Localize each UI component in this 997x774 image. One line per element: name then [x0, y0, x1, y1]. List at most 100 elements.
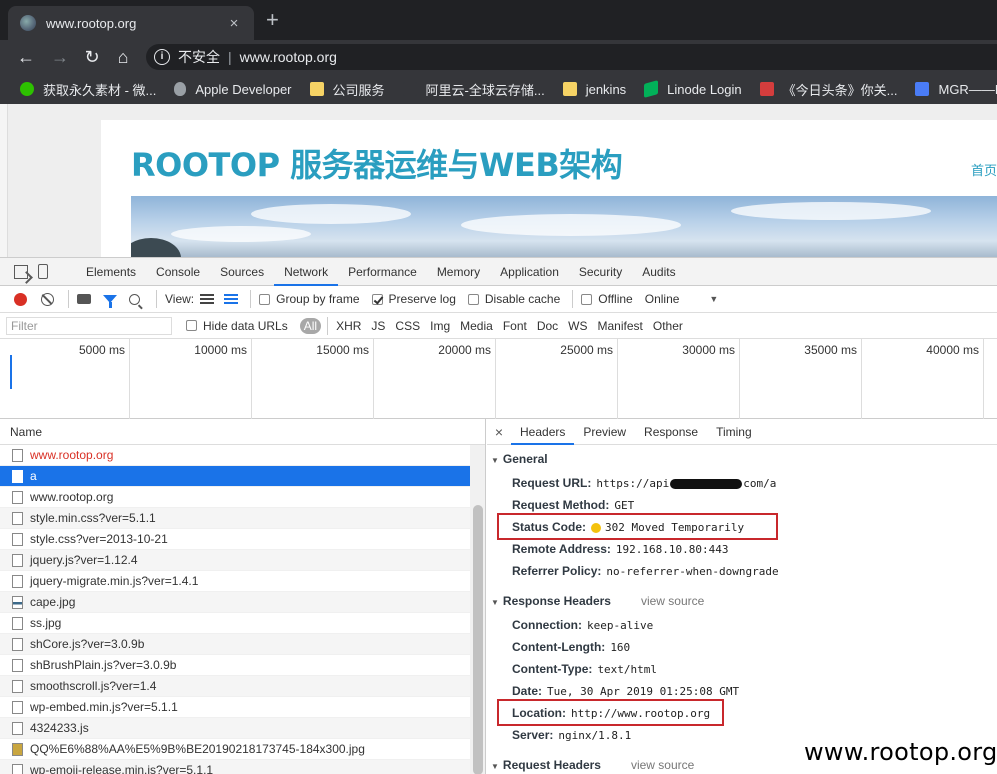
request-row[interactable]: cape.jpg	[0, 592, 470, 613]
request-row[interactable]: a	[0, 466, 470, 487]
bookmark-label: MGR——My	[938, 81, 997, 97]
address-bar[interactable]: i 不安全 | www.rootop.org	[146, 44, 997, 70]
filter-type-js[interactable]: JS	[371, 319, 385, 333]
chevron-down-icon[interactable]: ▼	[709, 294, 718, 304]
bookmark-item[interactable]: jenkins	[562, 82, 626, 97]
request-list: Name www.rootop.org a www.rootop.org style.…	[0, 419, 486, 774]
tab-timing[interactable]: Timing	[707, 419, 761, 445]
device-toolbar-icon[interactable]	[38, 264, 48, 279]
tab-memory[interactable]: Memory	[427, 258, 490, 286]
info-icon[interactable]: i	[154, 49, 170, 65]
waterfall-overview-icon[interactable]	[224, 294, 239, 304]
bookmark-item[interactable]: 公司服务	[309, 80, 385, 99]
address-url[interactable]: www.rootop.org	[240, 49, 337, 65]
checkbox-box[interactable]	[371, 293, 383, 305]
bookmark-item[interactable]: MGR——My	[915, 82, 997, 97]
filter-type-all[interactable]: All	[299, 317, 322, 334]
devtools-tabbar: Elements Console Sources Network Perform…	[0, 258, 997, 286]
filter-type-xhr[interactable]: XHR	[336, 319, 361, 333]
request-row[interactable]: www.rootop.org	[0, 445, 470, 466]
bookmark-item[interactable]: Apple Developer	[174, 82, 292, 97]
column-header-name[interactable]: Name	[0, 419, 485, 445]
request-row[interactable]: smoothscroll.js?ver=1.4	[0, 676, 470, 697]
filter-type-other[interactable]: Other	[653, 319, 683, 333]
tab-elements[interactable]: Elements	[76, 258, 146, 286]
security-label[interactable]: 不安全	[178, 47, 220, 67]
throttling-select[interactable]: Online	[645, 292, 680, 306]
inspect-element-icon[interactable]	[14, 264, 28, 279]
request-row[interactable]: jquery-migrate.min.js?ver=1.4.1	[0, 571, 470, 592]
tab-audits[interactable]: Audits	[632, 258, 685, 286]
offline-checkbox[interactable]: Offline	[581, 292, 633, 306]
tab-headers[interactable]: Headers	[511, 419, 575, 445]
filter-type-ws[interactable]: WS	[568, 319, 587, 333]
request-row[interactable]: 4324233.js	[0, 718, 470, 739]
tab-close-icon[interactable]: ×	[226, 15, 242, 32]
request-row[interactable]: ss.jpg	[0, 613, 470, 634]
response-headers-section-header[interactable]: ▼ Response Headers view source	[491, 594, 704, 608]
tab-response[interactable]: Response	[635, 419, 707, 445]
network-overview-timeline[interactable]: 5000 ms 10000 ms 15000 ms 20000 ms 25000…	[0, 339, 997, 419]
screenshot-camera-icon[interactable]	[77, 294, 91, 304]
request-row[interactable]: style.css?ver=2013-10-21	[0, 529, 470, 550]
record-icon[interactable]	[14, 292, 27, 306]
image-file-icon	[12, 742, 23, 756]
site-nav-home[interactable]: 首页	[971, 160, 997, 179]
close-icon[interactable]: ×	[487, 424, 511, 440]
home-icon[interactable]: ⌂	[111, 45, 135, 69]
checkbox-box[interactable]	[581, 293, 593, 305]
view-source-link[interactable]: view source	[641, 594, 704, 608]
bookmark-item[interactable]: Linode Login	[644, 80, 742, 98]
filter-type-media[interactable]: Media	[460, 319, 493, 333]
tab-console[interactable]: Console	[146, 258, 210, 286]
hide-data-urls-checkbox[interactable]: Hide data URLs	[186, 319, 288, 333]
filter-type-font[interactable]: Font	[503, 319, 527, 333]
request-row[interactable]: style.min.css?ver=5.1.1	[0, 508, 470, 529]
scrollbar[interactable]	[470, 445, 485, 774]
bookmark-item[interactable]: 《今日头条》你关...	[759, 80, 897, 99]
new-tab-button[interactable]: +	[266, 8, 279, 32]
clear-icon[interactable]	[41, 292, 54, 306]
request-row[interactable]: shBrushPlain.js?ver=3.0.9b	[0, 655, 470, 676]
back-arrow-icon[interactable]: ←	[14, 45, 38, 69]
request-row[interactable]: QQ%E6%88%AA%E5%9B%BE20190218173745-184x3…	[0, 739, 470, 760]
request-row[interactable]: jquery.js?ver=1.12.4	[0, 550, 470, 571]
large-rows-icon[interactable]	[200, 294, 215, 304]
bookmark-item[interactable]: 阿里云-全球云存储...	[402, 80, 545, 99]
tab-performance[interactable]: Performance	[338, 258, 427, 286]
scrollbar-thumb[interactable]	[473, 505, 483, 774]
tab-network[interactable]: Network	[274, 258, 339, 286]
request-row[interactable]: wp-emoji-release.min.js?ver=5.1.1	[0, 760, 470, 774]
url-part: https://api	[596, 477, 670, 490]
group-by-frame-checkbox[interactable]: Group by frame	[259, 292, 360, 306]
general-section-header[interactable]: ▼ General	[491, 452, 548, 466]
checkbox-box[interactable]	[186, 320, 197, 331]
filter-funnel-icon[interactable]	[103, 295, 117, 308]
disable-cache-checkbox[interactable]: Disable cache	[467, 292, 560, 306]
bookmark-item[interactable]: 获取永久素材 - 微...	[20, 80, 156, 99]
filter-type-doc[interactable]: Doc	[537, 319, 558, 333]
checkbox-box[interactable]	[259, 293, 271, 305]
checkbox-box[interactable]	[467, 293, 479, 305]
filter-type-manifest[interactable]: Manifest	[598, 319, 643, 333]
request-row[interactable]: shCore.js?ver=3.0.9b	[0, 634, 470, 655]
tab-preview[interactable]: Preview	[574, 419, 635, 445]
reload-icon[interactable]: ↻	[80, 45, 104, 69]
tab-application[interactable]: Application	[490, 258, 569, 286]
tab-security[interactable]: Security	[569, 258, 632, 286]
browser-tab[interactable]: www.rootop.org ×	[8, 6, 254, 40]
request-row[interactable]: wp-embed.min.js?ver=5.1.1	[0, 697, 470, 718]
request-name: wp-emoji-release.min.js?ver=5.1.1	[30, 762, 214, 774]
forward-arrow-icon[interactable]: →	[48, 45, 72, 69]
filter-type-css[interactable]: CSS	[395, 319, 420, 333]
filter-type-img[interactable]: Img	[430, 319, 450, 333]
checkbox-label: Preserve log	[388, 292, 456, 306]
tab-sources[interactable]: Sources	[210, 258, 274, 286]
filter-input[interactable]: Filter	[6, 316, 172, 335]
request-headers-section-header[interactable]: ▼ Request Headers view source	[491, 758, 694, 772]
request-row[interactable]: www.rootop.org	[0, 487, 470, 508]
site-title[interactable]: ROOTOP 服务器运维与WEB架构	[131, 140, 623, 186]
view-source-link[interactable]: view source	[631, 758, 694, 772]
preserve-log-checkbox[interactable]: Preserve log	[371, 292, 456, 306]
search-icon[interactable]	[129, 293, 140, 305]
